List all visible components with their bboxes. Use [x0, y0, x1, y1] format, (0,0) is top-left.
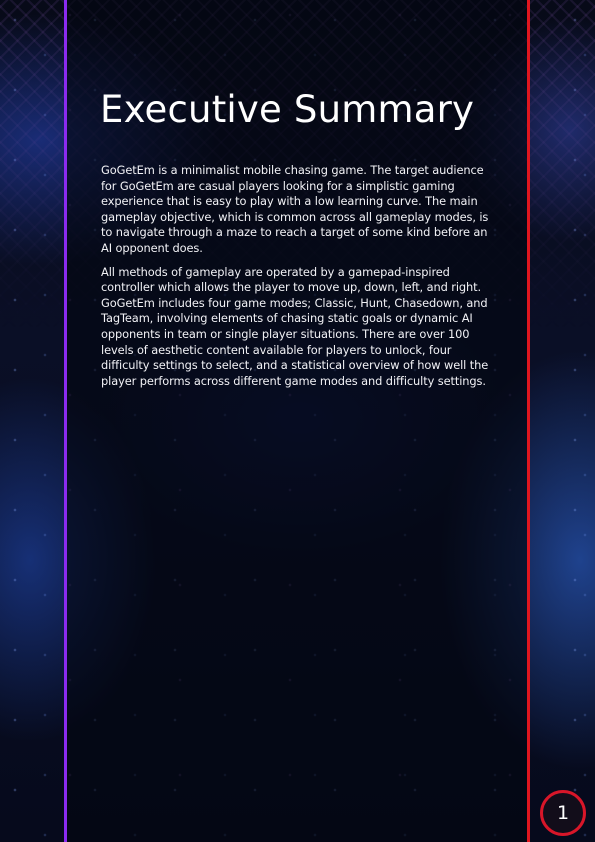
right-accent-rule: [527, 0, 530, 842]
summary-paragraph-2: All methods of gameplay are operated by …: [101, 264, 489, 388]
page-number-badge: 1: [540, 790, 586, 836]
page-number: 1: [556, 802, 570, 824]
page-title: Executive Summary: [100, 88, 475, 131]
page: Executive Summary GoGetEm is a minimalis…: [0, 0, 595, 842]
summary-body: GoGetEm is a minimalist mobile chasing g…: [101, 163, 501, 397]
summary-paragraph-1: GoGetEm is a minimalist mobile chasing g…: [101, 163, 489, 255]
left-accent-rule: [64, 0, 67, 842]
